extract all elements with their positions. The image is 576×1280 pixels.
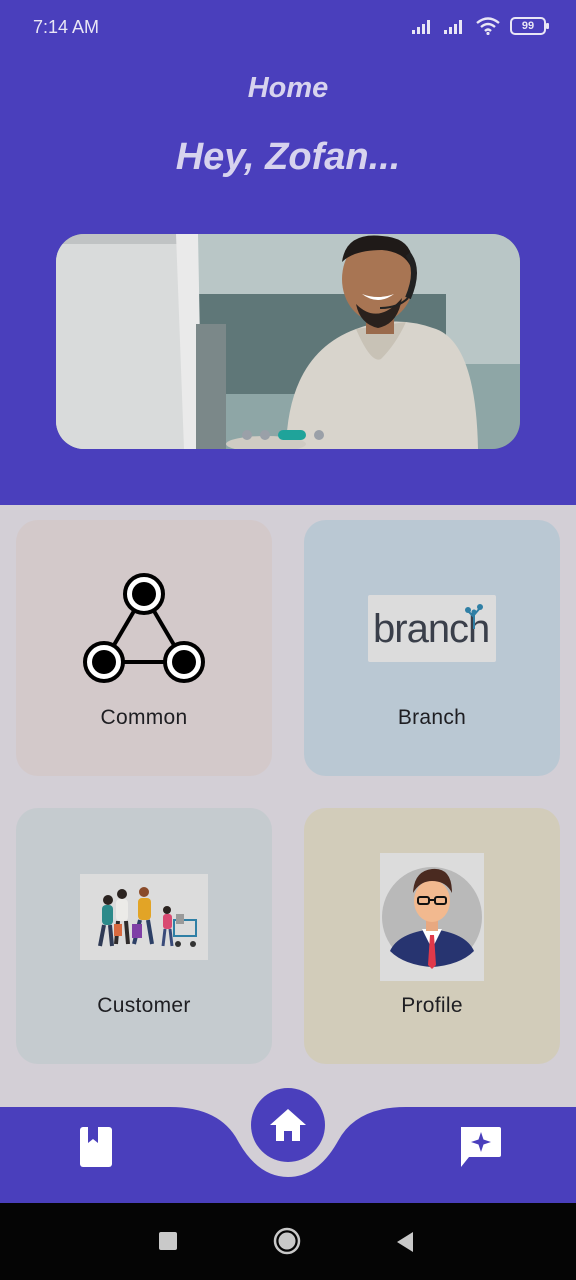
carousel-dot[interactable] xyxy=(314,430,324,440)
signal-icon xyxy=(444,20,462,34)
carousel-banner[interactable] xyxy=(56,234,520,449)
common-label: Common xyxy=(100,706,188,729)
profile-avatar xyxy=(380,853,484,981)
status-icons: 99 xyxy=(412,17,549,35)
back-icon[interactable] xyxy=(395,1231,415,1253)
common-card[interactable]: Common xyxy=(16,520,272,776)
recents-icon[interactable] xyxy=(158,1231,178,1251)
home-nav-button[interactable] xyxy=(251,1088,325,1162)
carousel-dots xyxy=(242,430,324,440)
profile-label: Profile xyxy=(401,994,463,1017)
banner-image xyxy=(56,234,520,449)
wifi-icon xyxy=(476,17,500,35)
bookmark-book-icon[interactable] xyxy=(76,1125,116,1169)
customer-card[interactable]: Customer xyxy=(16,808,272,1064)
carousel-dot[interactable] xyxy=(242,430,252,440)
network-triangle-icon xyxy=(83,573,205,683)
branch-leaf-icon xyxy=(465,604,483,629)
customer-label: Customer xyxy=(97,994,191,1017)
home-icon xyxy=(270,1109,306,1141)
greeting: Hey, Zofan... xyxy=(175,136,401,178)
branch-logo: branch xyxy=(368,595,496,662)
branch-label: Branch xyxy=(397,706,467,729)
profile-card[interactable]: Profile xyxy=(304,808,560,1064)
signal-icon xyxy=(412,20,430,34)
branch-card[interactable]: branch Branch xyxy=(304,520,560,776)
system-nav-bar xyxy=(0,1203,576,1280)
customers-illustration xyxy=(80,874,208,960)
home-circle-icon[interactable] xyxy=(273,1227,301,1255)
feedback-star-icon[interactable] xyxy=(457,1125,503,1169)
status-time: 7:14 AM xyxy=(33,17,100,37)
carousel-dot[interactable] xyxy=(260,430,270,440)
status-bar: 7:14 AM 99 xyxy=(0,0,576,56)
page-title: Home xyxy=(247,72,329,104)
carousel-dot-active[interactable] xyxy=(278,430,306,440)
battery-icon: 99 xyxy=(510,17,549,35)
